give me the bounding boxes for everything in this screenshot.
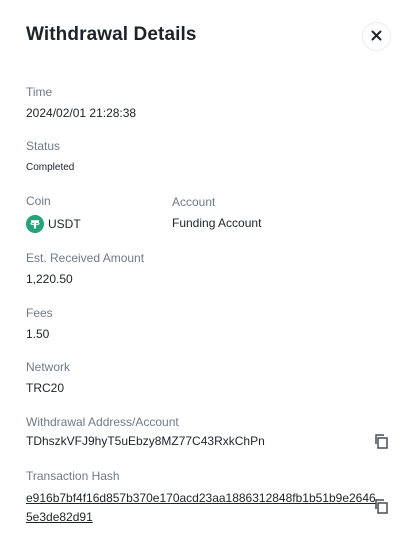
time-label: Time [26, 85, 53, 99]
address-value[interactable]: TDhszkVFJ9hyT5uEbzy8MZ77C43RxkChPn [26, 434, 265, 448]
withdrawal-details-modal: Withdrawal Details Time 2024/02/01 21:28… [0, 0, 415, 553]
fees-label: Fees [26, 306, 53, 320]
status-label: Status [26, 139, 61, 153]
copy-icon [373, 498, 389, 519]
account-label: Account [172, 195, 216, 209]
received-amount-label: Est. Received Amount [26, 251, 145, 265]
copy-icon [373, 433, 389, 454]
account-value: Funding Account [172, 216, 262, 230]
coin-value: USDT [48, 217, 81, 231]
fees-value: 1.50 [26, 327, 50, 341]
close-icon [371, 28, 382, 46]
close-button[interactable] [362, 22, 391, 51]
tether-icon [26, 215, 44, 233]
transaction-hash-link[interactable]: e916b7bf4f16d857b370e170acd23aa188631284… [26, 489, 376, 527]
coin-label: Coin [26, 194, 51, 208]
hash-label: Transaction Hash [26, 469, 120, 483]
network-label: Network [26, 360, 71, 374]
copy-address-button[interactable] [372, 433, 390, 454]
modal-title: Withdrawal Details [26, 24, 197, 45]
status-value: Completed [26, 162, 75, 173]
time-value: 2024/02/01 21:28:38 [26, 106, 137, 120]
network-value: TRC20 [26, 381, 65, 395]
copy-hash-button[interactable] [372, 498, 390, 519]
address-label: Withdrawal Address/Account [26, 415, 179, 429]
received-amount-value: 1,220.50 [26, 272, 73, 286]
coin-row: USDT [26, 215, 81, 233]
